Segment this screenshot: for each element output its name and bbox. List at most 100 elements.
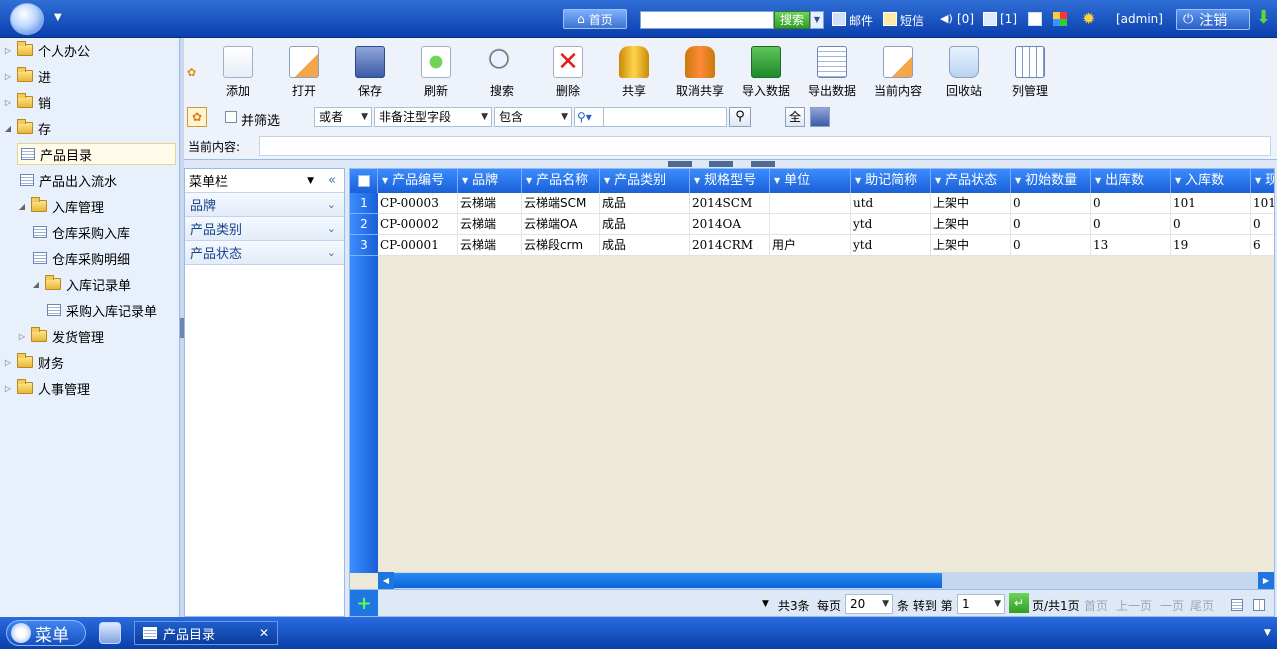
row-number[interactable]: 1: [350, 193, 378, 214]
sms-icon[interactable]: [883, 12, 897, 26]
go-enter-icon[interactable]: ↵: [1009, 593, 1029, 613]
select-all-checkbox[interactable]: [350, 169, 378, 193]
logo-dropdown-icon[interactable]: ▼: [54, 12, 62, 23]
tree-item-product-catalog[interactable]: 产品目录: [17, 143, 176, 165]
collapsed-arrow-icon[interactable]: ▷: [4, 358, 12, 367]
column-header[interactable]: ▼ 产品状态: [931, 169, 1011, 193]
tree-item-hr[interactable]: ▷ 人事管理: [4, 377, 90, 399]
column-management-button[interactable]: 列管理: [1000, 46, 1060, 99]
refresh-button[interactable]: 刷新: [406, 46, 466, 99]
page-select[interactable]: 1 ▼: [957, 594, 1005, 614]
table-row[interactable]: CP-00003 云梯端 云梯端SCM 成品 2014SCM utd 上架中 0…: [378, 193, 1274, 214]
menu-section-brand[interactable]: 品牌 ⌄: [185, 193, 344, 217]
prev-page-link[interactable]: 上一页: [1116, 597, 1152, 614]
panel-collapse-handle[interactable]: [668, 161, 692, 167]
scrollbar-thumb[interactable]: [394, 573, 942, 588]
filter-value-input[interactable]: [603, 107, 727, 127]
menu-section-category[interactable]: 产品类别 ⌄: [185, 217, 344, 241]
column-header[interactable]: ▼ 单位: [770, 169, 851, 193]
task-count[interactable]: [1]: [1000, 12, 1017, 26]
recycle-bin-button[interactable]: 回收站: [934, 46, 994, 99]
column-header[interactable]: ▼ 品牌: [458, 169, 522, 193]
open-button[interactable]: 打开: [274, 46, 334, 99]
column-header[interactable]: ▼ 产品编号: [378, 169, 458, 193]
menu-section-status[interactable]: 产品状态 ⌄: [185, 241, 344, 265]
pager-menu-icon[interactable]: ▼: [762, 599, 769, 609]
row-number[interactable]: 2: [350, 214, 378, 235]
save-button[interactable]: 保存: [340, 46, 400, 99]
speaker-icon[interactable]: ◀): [940, 12, 953, 25]
tree-item-inbound-management[interactable]: ◢ 入库管理: [18, 195, 104, 217]
show-desktop-icon[interactable]: [99, 622, 121, 644]
current-content-input[interactable]: [259, 136, 1271, 156]
unshare-button[interactable]: 取消共享: [670, 46, 730, 99]
filter-settings-icon[interactable]: ✿: [187, 107, 207, 127]
search-dropdown-icon[interactable]: ▼: [810, 11, 824, 29]
tree-item-inbound-records[interactable]: ◢ 入库记录单: [32, 273, 131, 295]
column-header[interactable]: ▼ 初始数量: [1011, 169, 1091, 193]
row-number[interactable]: 3: [350, 235, 378, 256]
column-header[interactable]: ▼ 助记简称: [851, 169, 931, 193]
search-mode-select[interactable]: ⚲▾: [574, 107, 604, 127]
close-tab-icon[interactable]: ✕: [259, 626, 269, 640]
filter-save-icon[interactable]: [810, 107, 830, 127]
expanded-arrow-icon[interactable]: ◢: [18, 202, 26, 211]
field-select[interactable]: 非备注型字段 ▼: [374, 107, 492, 127]
filter-search-icon[interactable]: ⚲: [729, 107, 751, 127]
horizontal-scrollbar[interactable]: ◀ ▶: [378, 572, 1274, 589]
column-header[interactable]: ▼ 入库数: [1171, 169, 1251, 193]
download-arrow-icon[interactable]: ⬇: [1256, 7, 1271, 28]
logic-select[interactable]: 或者 ▼: [314, 107, 372, 127]
expanded-arrow-icon[interactable]: ◢: [4, 124, 12, 133]
grid-view-icon[interactable]: [1253, 599, 1265, 611]
collapsed-arrow-icon[interactable]: ▷: [4, 98, 12, 107]
tree-item-inventory[interactable]: ◢ 存: [4, 117, 51, 139]
taskbar-menu-icon[interactable]: ▼: [1264, 628, 1271, 638]
task-icon[interactable]: [983, 12, 997, 26]
export-data-button[interactable]: 导出数据: [802, 46, 862, 99]
first-page-link[interactable]: 首页: [1084, 597, 1108, 614]
scroll-right-icon[interactable]: ▶: [1258, 572, 1274, 589]
menu-dropdown-icon[interactable]: ▼: [307, 176, 314, 186]
next-page-link[interactable]: 一页: [1160, 597, 1184, 614]
mail-icon[interactable]: [832, 12, 846, 26]
tree-item-warehouse-purchase-detail[interactable]: 仓库采购明细: [33, 247, 130, 269]
toolbar-settings-icon[interactable]: ✿: [187, 66, 196, 79]
tree-item-product-flow[interactable]: 产品出入流水: [20, 169, 117, 191]
tree-item-personal-office[interactable]: ▷ 个人办公: [4, 39, 90, 61]
operator-select[interactable]: 包含 ▼: [494, 107, 572, 127]
start-menu-button[interactable]: 菜单: [6, 620, 86, 646]
tree-item-purchase-inbound-records[interactable]: 采购入库记录单: [47, 299, 157, 321]
collapsed-arrow-icon[interactable]: ▷: [18, 332, 26, 341]
expanded-arrow-icon[interactable]: ◢: [32, 280, 40, 289]
and-filter-checkbox[interactable]: [225, 111, 237, 123]
delete-button[interactable]: ✕ 删除: [538, 46, 598, 99]
per-page-select[interactable]: 20 ▼: [845, 594, 893, 614]
collapsed-arrow-icon[interactable]: ▷: [4, 384, 12, 393]
search-button[interactable]: 搜索: [774, 11, 810, 29]
mail-link[interactable]: 邮件: [849, 12, 873, 29]
current-content-button[interactable]: 当前内容: [868, 46, 928, 99]
collapsed-arrow-icon[interactable]: ▷: [4, 72, 12, 81]
column-header[interactable]: ▼ 规格型号: [690, 169, 770, 193]
app-logo-icon[interactable]: [10, 3, 44, 35]
tree-item-shipping-management[interactable]: ▷ 发货管理: [18, 325, 104, 347]
share-button[interactable]: 共享: [604, 46, 664, 99]
column-header[interactable]: ▼现: [1251, 169, 1274, 193]
collapse-panel-icon[interactable]: «: [328, 173, 336, 188]
add-button[interactable]: 添加: [208, 46, 268, 99]
column-header[interactable]: ▼ 产品名称: [522, 169, 600, 193]
sms-link[interactable]: 短信: [900, 12, 924, 29]
theme-icon[interactable]: [1053, 12, 1067, 26]
tree-item-warehouse-purchase-inbound[interactable]: 仓库采购入库: [33, 221, 130, 243]
logout-button[interactable]: ⏻ 注销: [1176, 9, 1250, 30]
settings-gear-icon[interactable]: ✹: [1082, 9, 1095, 28]
global-search-input[interactable]: [640, 11, 774, 29]
import-data-button[interactable]: 导入数据: [736, 46, 796, 99]
search-tool-button[interactable]: 搜索: [472, 46, 532, 99]
scroll-left-icon[interactable]: ◀: [378, 572, 394, 589]
panel-collapse-handle[interactable]: [751, 161, 775, 167]
window-icon[interactable]: [1028, 12, 1042, 26]
table-row[interactable]: CP-00001 云梯端 云梯段crm 成品 2014CRM 用户 ytd 上架…: [378, 235, 1274, 256]
add-row-plus-icon[interactable]: +: [350, 590, 378, 616]
